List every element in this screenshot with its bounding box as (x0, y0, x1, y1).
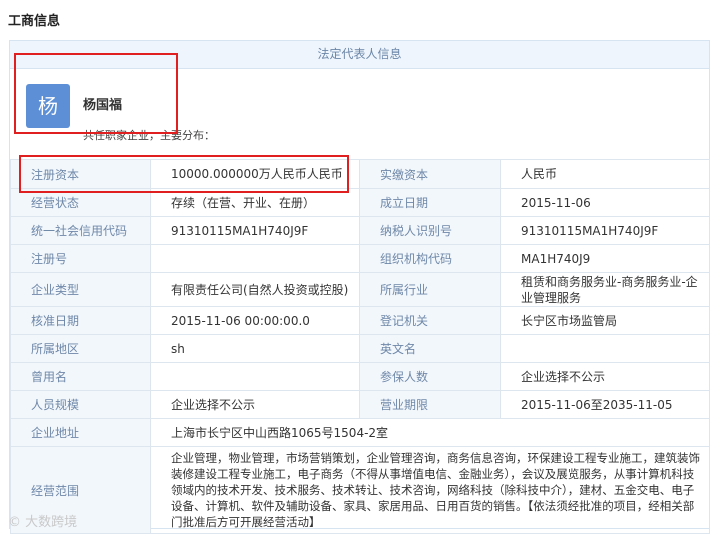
business-info-table: 注册资本 10000.000000万人民币人民币 实缴资本 人民币 经营状态 存… (10, 159, 710, 534)
value-status: 存续（在营、开业、在册） (150, 188, 360, 217)
table-row: 人员规模 企业选择不公示 营业期限 2015-11-06至2035-11-05 (10, 390, 710, 419)
watermark-text: 大数跨境 (25, 515, 78, 530)
value-paid-in-capital: 人民币 (500, 159, 710, 189)
label-former-name: 曾用名 (10, 362, 151, 391)
table-row: 企业类型 有限责任公司(自然人投资或控股) 所属行业 租赁和商务服务业-商务服务… (10, 272, 710, 307)
value-registration-authority: 长宁区市场监管局 (500, 306, 710, 335)
label-address: 企业地址 (10, 418, 151, 447)
table-row: 经营状态 存续（在营、开业、在册） 成立日期 2015-11-06 (10, 188, 710, 217)
label-registration-number: 注册号 (10, 244, 151, 273)
watermark: © 大数跨境 (8, 511, 77, 530)
label-taxpayer-id: 纳税人识别号 (359, 216, 501, 245)
label-organization-code: 组织机构代码 (359, 244, 501, 273)
section-title: 工商信息 (8, 14, 61, 29)
label-business-term: 营业期限 (359, 390, 501, 419)
avatar: 杨 (26, 84, 70, 128)
table-row: 注册号 组织机构代码 MA1H740J9 (10, 244, 710, 273)
table-row: 企业地址 上海市长宁区中山西路1065号1504-2室 (10, 418, 710, 447)
label-registration-authority: 登记机关 (359, 306, 501, 335)
table-row: 经营范围 企业管理，物业管理，市场营销策划，企业管理咨询，商务信息咨询，环保建设… (10, 446, 710, 534)
label-founded-date: 成立日期 (359, 188, 501, 217)
label-approval-date: 核准日期 (10, 306, 151, 335)
label-company-type: 企业类型 (10, 272, 151, 307)
value-registered-capital: 10000.000000万人民币人民币 (150, 159, 360, 189)
value-business-term: 2015-11-06至2035-11-05 (500, 390, 710, 419)
table-row: 统一社会信用代码 91310115MA1H740J9F 纳税人识别号 91310… (10, 216, 710, 245)
value-english-name (500, 334, 710, 363)
label-region: 所属地区 (10, 334, 151, 363)
representative-name[interactable]: 杨国福 (83, 94, 122, 113)
value-former-name (150, 362, 360, 391)
info-panel: 法定代表人信息 杨 杨国福 共任职家企业，主要分布： 注册资本 10000.00… (9, 40, 710, 534)
value-region: sh (150, 334, 360, 363)
value-staff-size: 企业选择不公示 (150, 390, 360, 419)
value-insured-count: 企业选择不公示 (500, 362, 710, 391)
value-approval-date: 2015-11-06 00:00:00.0 (150, 306, 360, 335)
value-registration-number (150, 244, 360, 273)
representative-area: 杨 杨国福 共任职家企业，主要分布： (10, 69, 709, 146)
label-industry: 所属行业 (359, 272, 501, 307)
label-paid-in-capital: 实缴资本 (359, 159, 501, 189)
table-row: 核准日期 2015-11-06 00:00:00.0 登记机关 长宁区市场监管局 (10, 306, 710, 335)
value-taxpayer-id: 91310115MA1H740J9F (500, 216, 710, 245)
table-row: 注册资本 10000.000000万人民币人民币 实缴资本 人民币 (10, 159, 710, 189)
label-registered-capital: 注册资本 (10, 159, 151, 189)
value-founded-date: 2015-11-06 (500, 188, 710, 217)
watermark-logo-icon: © (8, 515, 21, 530)
label-staff-size: 人员规模 (10, 390, 151, 419)
table-row: 所属地区 sh 英文名 (10, 334, 710, 363)
label-credit-code: 统一社会信用代码 (10, 216, 151, 245)
label-english-name: 英文名 (359, 334, 501, 363)
value-address: 上海市长宁区中山西路1065号1504-2室 (150, 418, 710, 447)
table-row: 曾用名 参保人数 企业选择不公示 (10, 362, 710, 391)
value-business-scope: 企业管理，物业管理，市场营销策划，企业管理咨询，商务信息咨询，环保建设工程专业施… (150, 446, 710, 534)
value-credit-code: 91310115MA1H740J9F (150, 216, 360, 245)
panel-header: 法定代表人信息 (10, 41, 709, 69)
label-insured-count: 参保人数 (359, 362, 501, 391)
representative-summary: 共任职家企业，主要分布： (83, 129, 215, 142)
value-company-type: 有限责任公司(自然人投资或控股) (150, 272, 360, 307)
value-organization-code: MA1H740J9 (500, 244, 710, 273)
value-industry: 租赁和商务服务业-商务服务业-企业管理服务 (500, 272, 710, 307)
label-status: 经营状态 (10, 188, 151, 217)
